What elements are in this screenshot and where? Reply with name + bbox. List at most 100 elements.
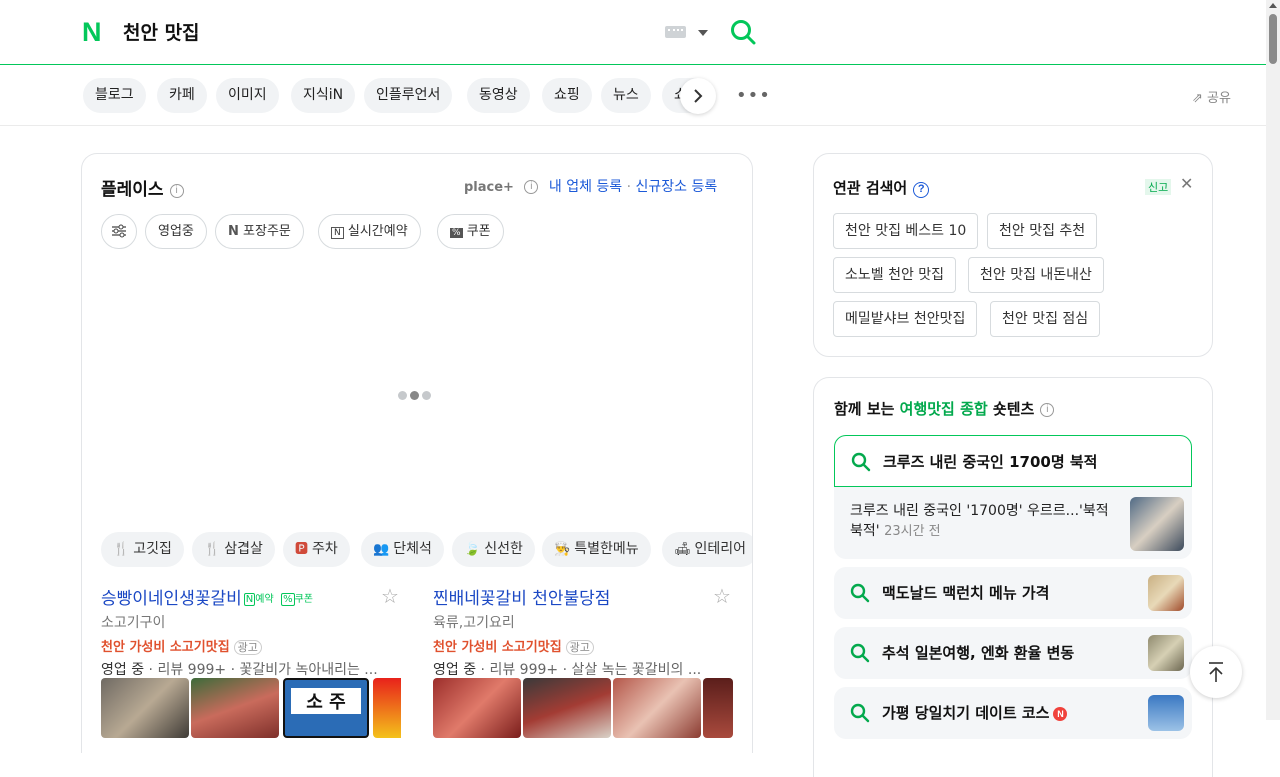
shortents-keyword[interactable]: 추석 일본여행, 엔화 환율 변동 xyxy=(834,627,1192,679)
tabs-next-button[interactable] xyxy=(680,78,716,114)
more-icon[interactable]: ••• xyxy=(736,87,771,105)
tab-image[interactable]: 이미지 xyxy=(216,78,279,113)
photo[interactable] xyxy=(191,678,279,738)
leaf-icon: 🍃 xyxy=(464,542,481,557)
report-badge[interactable]: 신고 xyxy=(1145,179,1172,195)
place-photos[interactable]: 소 주 xyxy=(101,678,401,738)
search-tabs: 블로그 카페 이미지 지식iN 인플루언서 동영상 쇼핑 뉴스 쇼 xyxy=(0,66,1266,126)
theme-label: 주차 xyxy=(312,541,338,557)
parking-icon: 🅿 xyxy=(295,542,309,557)
utensils-icon: 🍴 xyxy=(204,542,221,557)
new-badge: N xyxy=(1053,707,1068,721)
info-icon[interactable]: i xyxy=(524,180,539,194)
star-icon[interactable]: ☆ xyxy=(713,584,731,608)
place-category: 소고기구이 xyxy=(101,615,166,631)
place-item-title[interactable]: 승빵이네인생꽃갈비 N 예약 % 쿠폰 xyxy=(101,584,401,609)
related-keyword[interactable]: 소노벨 천안 맛집 xyxy=(833,257,957,293)
tab-cafe[interactable]: 카페 xyxy=(157,78,207,113)
keyboard-icon[interactable] xyxy=(665,26,686,38)
page-scrollbar[interactable] xyxy=(1266,0,1280,720)
help-icon[interactable]: ? xyxy=(913,182,930,198)
tab-kin[interactable]: 지식iN xyxy=(291,78,356,113)
theme-chip[interactable]: 🅿 주차 xyxy=(283,532,350,567)
shortents-keyword[interactable]: 크루즈 내린 중국인 1700명 북적 xyxy=(834,435,1192,487)
keyword-text: 맥도날드 맥런치 메뉴 가격 xyxy=(882,584,1050,602)
shortents-section: 함께 보는 여행맛집 종합 숏텐츠 i 크루즈 내린 중국인 1700명 북적 크… xyxy=(813,377,1213,777)
news-time: 23시간 전 xyxy=(884,524,941,539)
filter-takeout[interactable]: N 포장주문 xyxy=(215,214,304,249)
keyword-thumbnail xyxy=(1148,575,1184,611)
utensils-icon: 🍴 xyxy=(113,542,130,557)
related-keyword[interactable]: 천안 맛집 베스트 10 xyxy=(833,213,979,249)
photo[interactable] xyxy=(373,678,401,738)
photo[interactable] xyxy=(101,678,189,738)
photo[interactable]: 소 주 xyxy=(283,678,369,738)
scroll-up-arrow[interactable] xyxy=(1269,3,1277,8)
theme-label: 특별한메뉴 xyxy=(574,541,639,557)
keyword-text: 크루즈 내린 중국인 1700명 북적 xyxy=(883,453,1098,471)
scrollbar-thumb[interactable] xyxy=(1269,14,1277,64)
back-to-top-button[interactable] xyxy=(1190,646,1242,698)
photo[interactable] xyxy=(703,678,733,738)
news-thumbnail[interactable] xyxy=(1130,497,1184,551)
place-snippet: 살살 녹는 꽃갈비의 ... xyxy=(571,662,702,678)
filter-reservation[interactable]: N 실시간예약 xyxy=(318,214,421,249)
related-keyword[interactable]: 천안 맛집 점심 xyxy=(990,301,1101,337)
ad-badge[interactable]: 광고 xyxy=(233,640,262,655)
related-keyword[interactable]: 천안 맛집 내돈내산 xyxy=(968,257,1104,293)
photo[interactable] xyxy=(613,678,701,738)
tab-video[interactable]: 동영상 xyxy=(467,78,530,113)
coupon-icon: % xyxy=(450,228,463,238)
search-icon[interactable] xyxy=(730,19,756,45)
filter-settings-button[interactable] xyxy=(101,214,137,249)
info-icon[interactable]: i xyxy=(169,184,184,198)
register-new-place-link[interactable]: 신규장소 등록 xyxy=(636,179,718,195)
photo[interactable] xyxy=(523,678,611,738)
theme-chip[interactable]: 🍴 삼겹살 xyxy=(192,532,275,567)
tab-news[interactable]: 뉴스 xyxy=(601,78,651,113)
place-name[interactable]: 승빵이네인생꽃갈비 xyxy=(101,589,242,609)
place-photos[interactable] xyxy=(433,678,733,738)
shortents-title-post: 숏텐츠 xyxy=(987,400,1035,418)
place-reviews[interactable]: 리뷰 999+ xyxy=(489,662,558,678)
tab-blog[interactable]: 블로그 xyxy=(83,78,146,113)
share-button[interactable]: ⇗ 공유 xyxy=(1192,87,1231,106)
filter-open-now[interactable]: 영업중 xyxy=(145,214,207,249)
share-label: 공유 xyxy=(1207,91,1231,106)
search-header: N 천안 맛집 xyxy=(0,0,1266,65)
place-status: 영업 중 xyxy=(101,662,145,678)
register-business-link[interactable]: 내 업체 등록 xyxy=(549,179,622,195)
shortents-title-highlight[interactable]: 여행맛집 종합 xyxy=(900,400,988,418)
related-keyword[interactable]: 메밀밭샤브 천안맛집 xyxy=(833,301,978,337)
place-section: 플레이스 i place+ i 내 업체 등록 · 신규장소 등록 영업중 N 포… xyxy=(81,153,753,753)
close-icon[interactable]: ✕ xyxy=(1180,174,1193,193)
related-title: 연관 검색어? xyxy=(833,177,930,198)
place-title: 플레이스 i xyxy=(101,175,184,200)
info-icon[interactable]: i xyxy=(1040,403,1055,417)
tab-influencer[interactable]: 인플루언서 xyxy=(364,78,453,113)
theme-chip[interactable]: 👨‍🍳 특별한메뉴 xyxy=(542,532,651,567)
naver-logo[interactable]: N xyxy=(82,19,108,46)
ad-badge[interactable]: 광고 xyxy=(565,640,594,655)
theme-chip[interactable]: 🍴 고깃집 xyxy=(101,532,184,567)
keyword-text: 추석 일본여행, 엔화 환율 변동 xyxy=(882,644,1075,662)
filter-coupon[interactable]: % 쿠폰 xyxy=(437,214,504,249)
news-preview[interactable]: 크루즈 내린 중국인 '1700명' 우르르...'북적북적' 23시간 전 xyxy=(834,487,1192,559)
shortents-keyword[interactable]: 가평 당일치기 데이트 코스 N xyxy=(834,687,1192,739)
place-meta: 영업 중 · 리뷰 999+ · 살살 녹는 꽃갈비의 ... xyxy=(433,662,702,678)
theme-chip[interactable]: 🍃 신선한 xyxy=(452,532,535,567)
search-icon xyxy=(850,703,870,723)
photo[interactable] xyxy=(433,678,521,738)
chevron-down-icon[interactable] xyxy=(698,30,708,36)
share-icon: ⇗ xyxy=(1192,91,1203,106)
place-name[interactable]: 찐배네꽃갈비 천안불당점 xyxy=(433,584,733,609)
star-icon[interactable]: ☆ xyxy=(381,584,399,608)
place-reviews[interactable]: 리뷰 999+ xyxy=(157,662,226,678)
related-keyword[interactable]: 천안 맛집 추천 xyxy=(987,213,1098,249)
shortents-keyword[interactable]: 맥도날드 맥런치 메뉴 가격 xyxy=(834,567,1192,619)
search-query[interactable]: 천안 맛집 xyxy=(123,18,200,45)
theme-chip[interactable]: 🛋 인테리어 xyxy=(662,532,752,567)
theme-chip[interactable]: 👥 단체석 xyxy=(361,532,444,567)
naver-n-icon: N xyxy=(228,224,239,239)
tab-shopping[interactable]: 쇼핑 xyxy=(542,78,592,113)
